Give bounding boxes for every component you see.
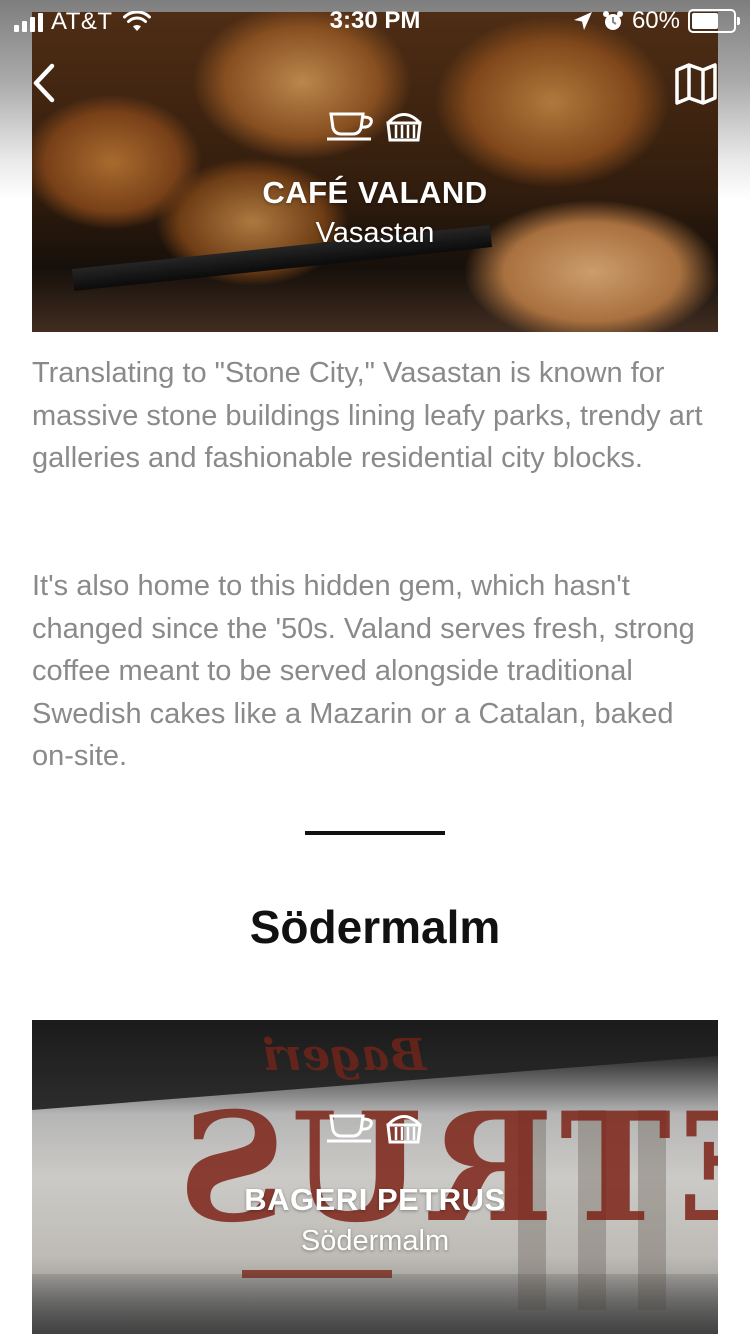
location-arrow-icon (573, 12, 592, 30)
battery-icon (688, 9, 740, 33)
status-bar: AT&T 3:30 PM 60% (0, 0, 750, 40)
description-paragraph-1: Translating to "Stone City," Vasastan is… (32, 357, 703, 474)
section-heading: Södermalm (249, 901, 501, 953)
description-paragraph-2: It's also home to this hidden gem, which… (32, 570, 695, 772)
battery-percent: 60% (631, 7, 680, 34)
pastry-basket-icon (386, 113, 422, 142)
place-neighborhood: Vasastan (315, 217, 435, 249)
place-card-bageri-petrus[interactable]: Bageri PETRUS BAGERI PETRUS Södermalm (32, 1020, 718, 1334)
place-name: CAFÉ VALAND (262, 175, 488, 210)
battery-fill (692, 13, 719, 29)
back-button[interactable] (26, 60, 66, 106)
coffee-cup-icon (327, 1114, 373, 1143)
map-button[interactable] (674, 62, 718, 106)
place-category-icons (32, 1110, 718, 1146)
place-category-icons (32, 108, 718, 144)
place-card-cafe-valand[interactable]: CAFÉ VALAND Vasastan (32, 12, 718, 332)
chevron-left-icon (33, 63, 55, 103)
alarm-icon (602, 11, 623, 30)
status-right-group: 60% (572, 7, 740, 35)
place-name: BAGERI PETRUS (244, 1182, 506, 1217)
pastry-basket-icon (386, 1115, 422, 1144)
section-divider (305, 831, 445, 835)
coffee-cup-icon (327, 112, 373, 141)
place-neighborhood: Södermalm (300, 1225, 450, 1257)
map-icon (675, 63, 717, 105)
